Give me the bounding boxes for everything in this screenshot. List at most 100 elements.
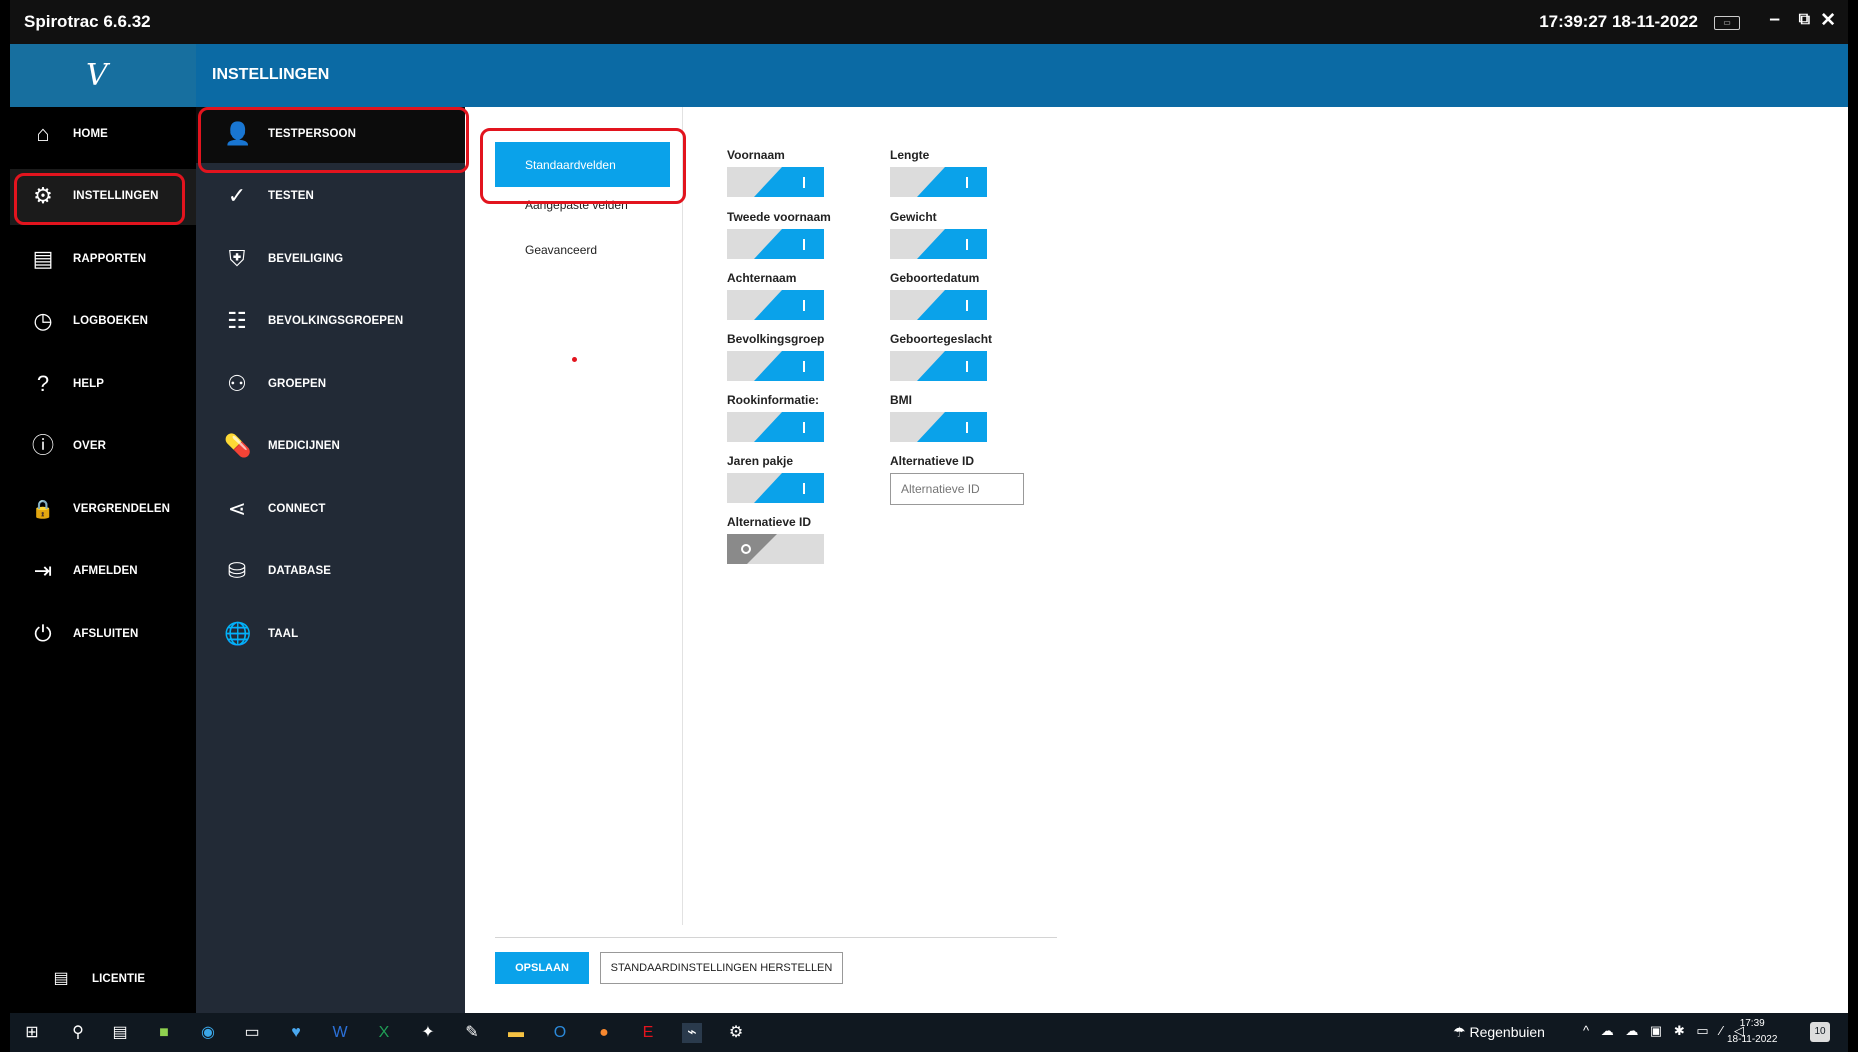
field-alternatieve-id-input: Alternatieve ID xyxy=(890,454,1024,505)
close-button[interactable]: ✕ xyxy=(1820,9,1836,32)
chart-check-icon: ✓ xyxy=(227,183,247,208)
share-icon: ⋖ xyxy=(227,496,247,521)
settings-testen[interactable]: ✓ TESTEN xyxy=(196,169,465,225)
task-view-icon[interactable]: ▤ xyxy=(110,1023,130,1043)
nav-label: LICENTIE xyxy=(92,973,146,985)
settings-testpersoon[interactable]: 👤 TESTPERSOON xyxy=(196,107,465,163)
field-voornaam: Voornaam xyxy=(727,148,824,197)
nav-label: VERGRENDELEN xyxy=(73,503,171,515)
settings-label: CONNECT xyxy=(268,503,326,515)
toggle-bevolkingsgroep[interactable] xyxy=(727,351,824,381)
nav-rapporten[interactable]: ▤ RAPPORTEN xyxy=(10,232,196,288)
nav-label: HOME xyxy=(73,128,108,140)
taskbar-clock[interactable]: 17:39 18-11-2022 xyxy=(1727,1016,1777,1048)
restore-defaults-button[interactable]: STANDAARDINSTELLINGEN HERSTELLEN xyxy=(600,952,843,984)
page-title: INSTELLINGEN xyxy=(212,66,330,83)
settings-label: TESTEN xyxy=(268,190,314,202)
nav-over[interactable]: ⓘ OVER xyxy=(10,419,196,475)
field-geboortegeslacht: Geboortegeslacht xyxy=(890,332,992,381)
minimize-button[interactable]: – xyxy=(1769,9,1780,31)
app-icon[interactable]: ■ xyxy=(154,1023,174,1043)
settings-gear-icon[interactable]: ⚙ xyxy=(726,1023,746,1043)
person-settings-icon: 👤 xyxy=(224,121,252,146)
app-window: Spirotrac 6.6.32 17:39:27 18-11-2022 ▭ –… xyxy=(10,0,1848,1052)
field-bevolkingsgroep: Bevolkingsgroep xyxy=(727,332,824,381)
field-achternaam: Achternaam xyxy=(727,271,824,320)
nav-home[interactable]: ⌂ HOME xyxy=(10,107,196,163)
nav-instellingen[interactable]: ⚙ INSTELLINGEN xyxy=(10,169,196,225)
keyboard-icon[interactable]: ▭ xyxy=(1714,16,1740,30)
save-button[interactable]: OPSLAAN xyxy=(495,952,589,984)
subtab-aangepaste-velden[interactable]: Aangepaste velden xyxy=(495,182,670,227)
settings-database[interactable]: ⛁ DATABASE xyxy=(196,544,465,600)
field-jaren-pakje: Jaren pakje xyxy=(727,454,824,503)
nav-label: AFSLUITEN xyxy=(73,628,139,640)
subtab-geavanceerd[interactable]: Geavanceerd xyxy=(495,227,670,272)
heart-icon[interactable]: ♥ xyxy=(286,1023,306,1043)
settings-label: BEVOLKINGSGROEPEN xyxy=(268,315,404,327)
nav-label: RAPPORTEN xyxy=(73,253,147,265)
nav-help[interactable]: ? HELP xyxy=(10,357,196,413)
search-icon[interactable]: ⚲ xyxy=(68,1023,88,1043)
weather-widget[interactable]: ☂ Regenbuien xyxy=(1453,1024,1545,1041)
toggle-bmi[interactable] xyxy=(890,412,987,442)
nav-label: AFMELDEN xyxy=(73,565,138,577)
settings-bevolkingsgroepen[interactable]: ☷ BEVOLKINGSGROEPEN xyxy=(196,294,465,350)
footer-divider xyxy=(495,937,1057,938)
nav-afsluiten[interactable]: ⏻ AFSLUITEN xyxy=(10,607,196,663)
toggle-geboortedatum[interactable] xyxy=(890,290,987,320)
settings-connect[interactable]: ⋖ CONNECT xyxy=(196,482,465,538)
field-gewicht: Gewicht xyxy=(890,210,987,259)
title-bar: Spirotrac 6.6.32 17:39:27 18-11-2022 ▭ –… xyxy=(10,0,1848,44)
app-e-icon[interactable]: E xyxy=(638,1023,658,1043)
app-icon-2[interactable]: ✦ xyxy=(418,1023,438,1043)
toggle-gewicht[interactable] xyxy=(890,229,987,259)
folder-icon[interactable]: ▬ xyxy=(506,1023,526,1043)
restore-button[interactable]: ⧉ xyxy=(1799,11,1810,29)
logout-icon: ⇥ xyxy=(33,558,53,583)
toggle-geboortegeslacht[interactable] xyxy=(890,351,987,381)
notification-icon[interactable]: 10 xyxy=(1810,1022,1830,1042)
settings-label: TESTPERSOON xyxy=(268,128,357,140)
field-lengte: Lengte xyxy=(890,148,987,197)
field-geboortedatum: Geboortedatum xyxy=(890,271,987,320)
firefox-icon[interactable]: ● xyxy=(594,1023,614,1043)
nav-label: LOGBOEKEN xyxy=(73,315,149,327)
toggle-jaren-pakje[interactable] xyxy=(727,473,824,503)
shield-icon: ⛨ xyxy=(228,246,246,271)
toggle-alternatieve-id[interactable] xyxy=(727,534,824,564)
app-icon-3[interactable]: ✎ xyxy=(462,1023,482,1043)
vertical-divider xyxy=(682,107,683,925)
medicine-icon: 💊 xyxy=(224,433,252,458)
toggle-lengte[interactable] xyxy=(890,167,987,197)
outlook-icon[interactable]: O xyxy=(550,1023,570,1043)
nav-afmelden[interactable]: ⇥ AFMELDEN xyxy=(10,544,196,600)
toggle-rookinformatie[interactable] xyxy=(727,412,824,442)
globe-icon: 🌐 xyxy=(224,621,252,646)
toggle-achternaam[interactable] xyxy=(727,290,824,320)
power-icon: ⏻ xyxy=(34,621,52,646)
excel-icon[interactable]: X xyxy=(374,1023,394,1043)
settings-groepen[interactable]: ⚇ GROEPEN xyxy=(196,357,465,413)
settings-medicijnen[interactable]: 💊 MEDICIJNEN xyxy=(196,419,465,475)
population-icon: ☷ xyxy=(227,308,247,333)
word-icon[interactable]: W xyxy=(330,1023,350,1043)
toggle-voornaam[interactable] xyxy=(727,167,824,197)
settings-beveiliging[interactable]: ⛨ BEVEILIGING xyxy=(196,232,465,288)
toggle-tweede-voornaam[interactable] xyxy=(727,229,824,259)
spirotrac-icon[interactable]: ⌁ xyxy=(682,1023,702,1043)
alternatieve-id-input[interactable] xyxy=(890,473,1024,505)
windows-start-icon[interactable]: ⊞ xyxy=(22,1023,42,1043)
windows-taskbar: ⊞ ⚲ ▤ ■ ◉ ▭ ♥ W X ✦ ✎ ▬ O ● E ⌁ ⚙ ☂ Rege… xyxy=(10,1013,1848,1052)
settings-sidebar: 👤 TESTPERSOON ✓ TESTEN ⛨ BEVEILIGING ☷ B… xyxy=(196,107,465,1013)
main-sidebar: ⌂ HOME ⚙ INSTELLINGEN ▤ RAPPORTEN ◷ LOGB… xyxy=(10,107,196,1013)
system-tray-icons[interactable]: ^ ☁ ☁ ▣ ✱ ▭ ⁄ ◁ xyxy=(1583,1023,1748,1039)
subtab-standaardvelden[interactable]: Standaardvelden xyxy=(495,142,670,187)
nav-logboeken[interactable]: ◷ LOGBOEKEN xyxy=(10,294,196,350)
remote-icon[interactable]: ▭ xyxy=(242,1023,262,1043)
teamviewer-icon[interactable]: ◉ xyxy=(198,1023,218,1043)
settings-taal[interactable]: 🌐 TAAL xyxy=(196,607,465,663)
nav-vergrendelen[interactable]: 🔒 VERGRENDELEN xyxy=(10,482,196,538)
nav-licentie[interactable]: ▤ LICENTIE xyxy=(10,952,196,1008)
database-icon: ⛁ xyxy=(227,558,247,583)
